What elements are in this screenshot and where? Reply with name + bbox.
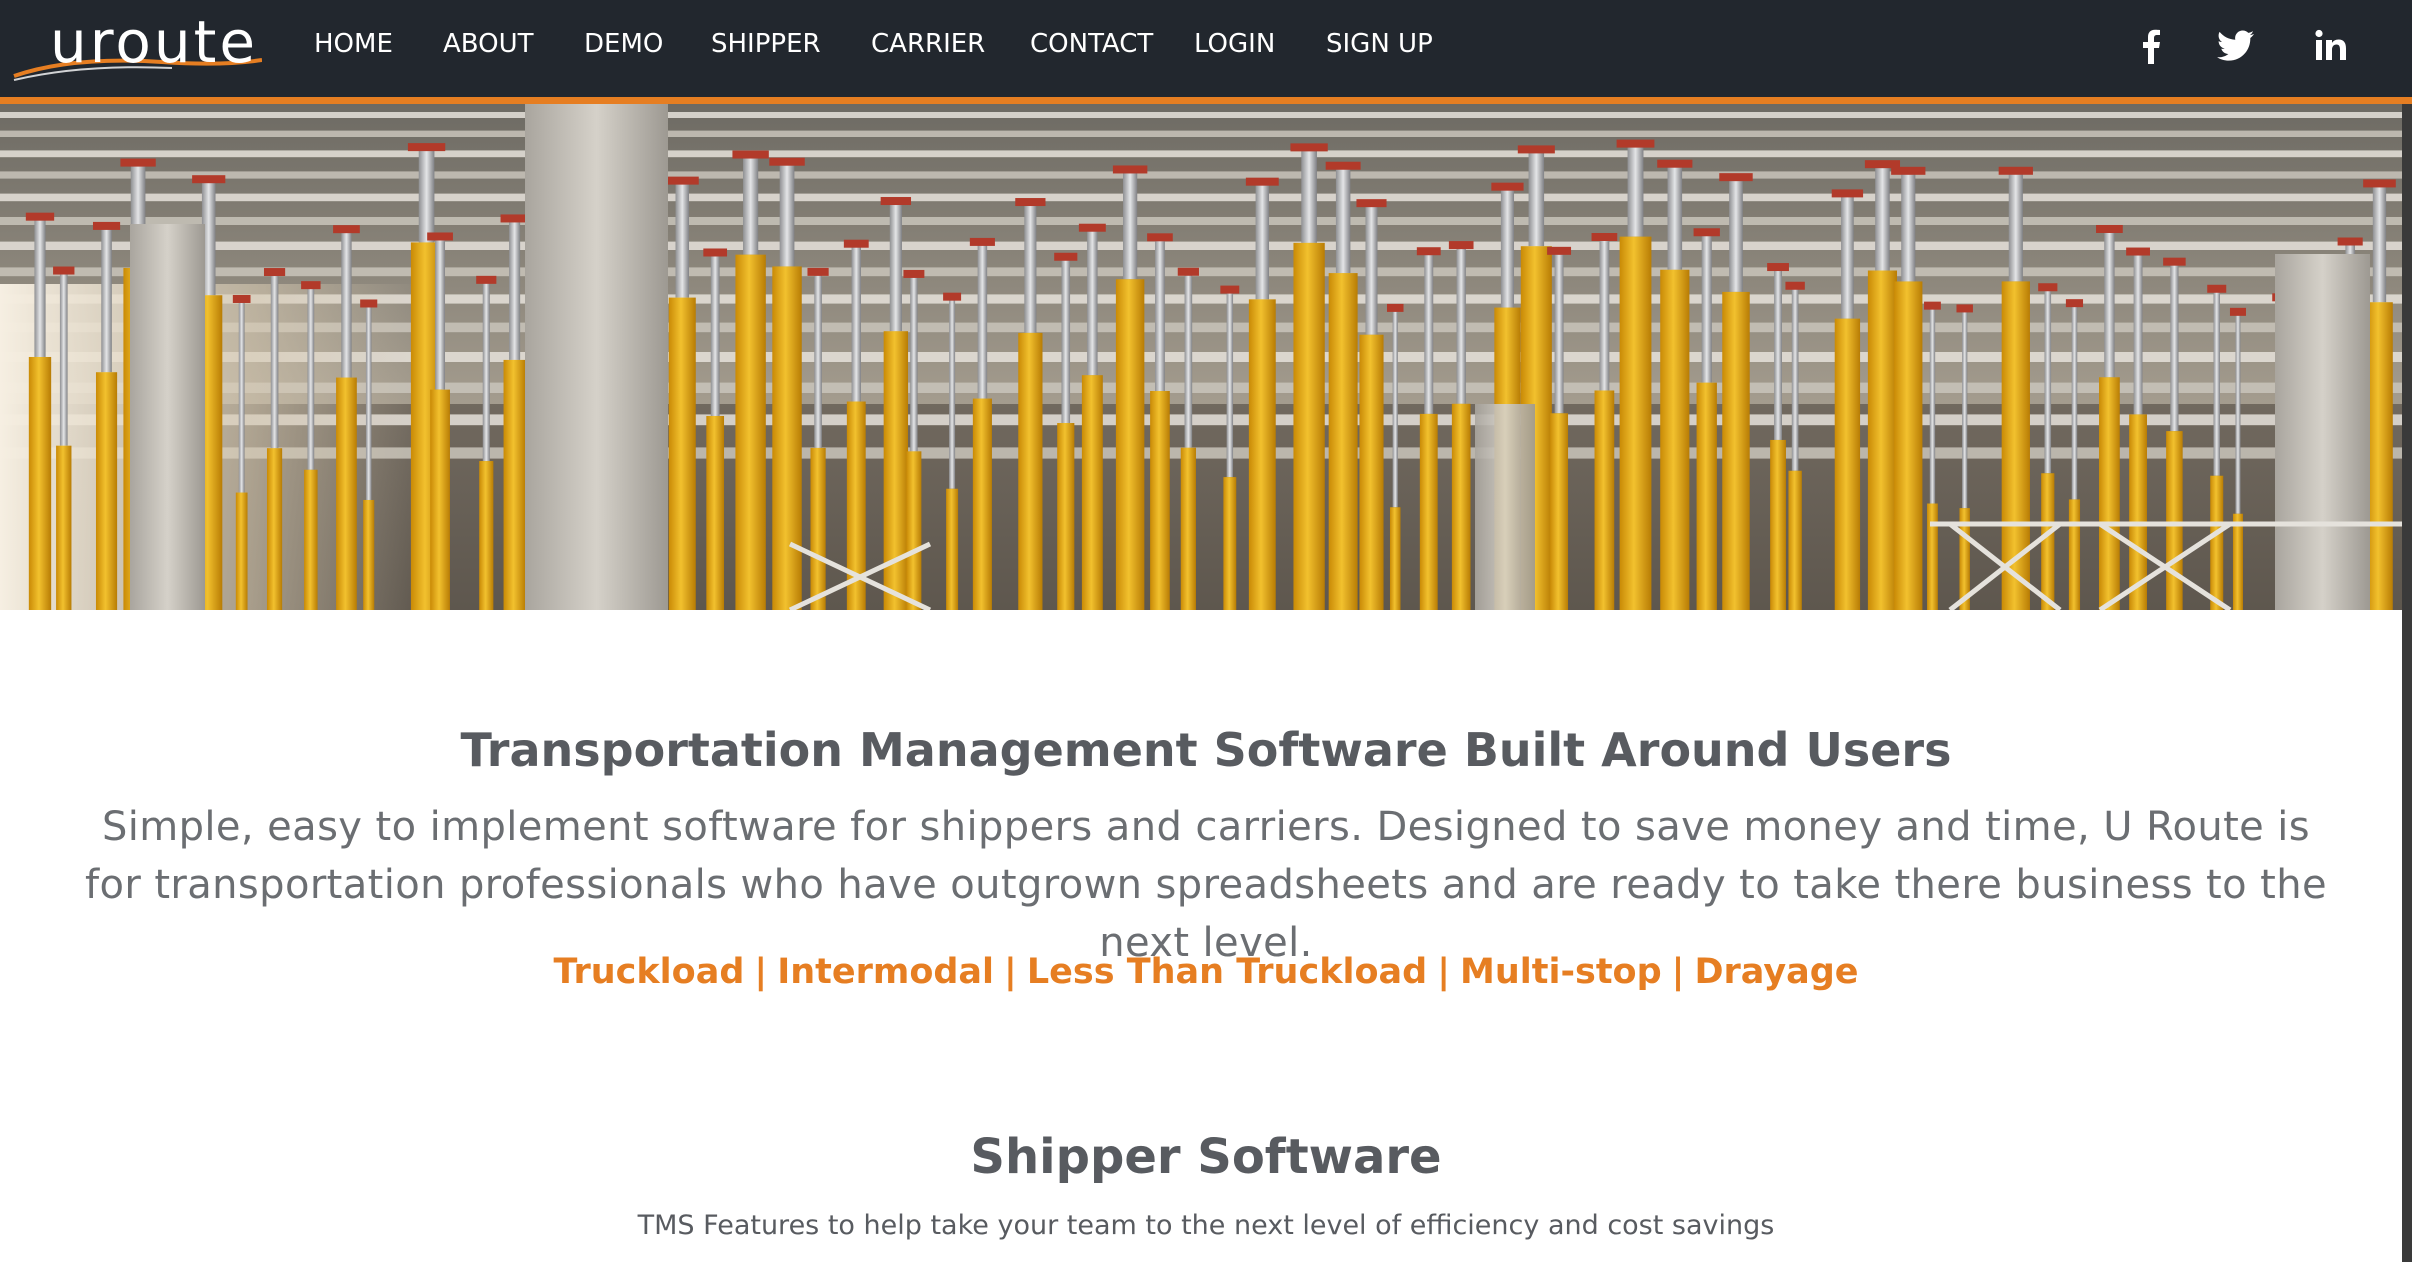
service-link-truckload[interactable]: Truckload xyxy=(553,952,744,992)
service-link-multi-stop[interactable]: Multi-stop xyxy=(1460,952,1662,992)
intro-heading: Transportation Management Software Built… xyxy=(460,723,1952,777)
linkedin-icon[interactable] xyxy=(2310,24,2354,68)
shipper-section-title: Shipper Software xyxy=(970,1129,1442,1185)
nav-about[interactable]: ABOUT xyxy=(443,28,534,60)
nav-sign-up[interactable]: SIGN UP xyxy=(1326,28,1433,60)
shipper-section-subtitle: TMS Features to help take your team to t… xyxy=(637,1210,1775,1241)
service-link-drayage[interactable]: Drayage xyxy=(1694,952,1858,992)
logo-text: uroute xyxy=(50,8,259,76)
nav-login[interactable]: LOGIN xyxy=(1194,28,1275,60)
top-navbar: uroute HOME ABOUT DEMO SHIPPER CARRIER C… xyxy=(0,0,2412,97)
service-links: Truckload | Intermodal | Less Than Truckload… xyxy=(0,948,2412,996)
hero-image xyxy=(0,104,2412,610)
page-edge xyxy=(2402,104,2412,1262)
nav-carrier[interactable]: CARRIER xyxy=(871,28,985,60)
nav-contact[interactable]: CONTACT xyxy=(1030,28,1153,60)
separator: | xyxy=(1437,952,1450,992)
nav-home[interactable]: HOME xyxy=(314,28,393,60)
nav-shipper[interactable]: SHIPPER xyxy=(711,28,821,60)
twitter-icon[interactable] xyxy=(2214,24,2258,68)
nav-accent-bar xyxy=(0,97,2412,104)
service-link-ltl[interactable]: Less Than Truckload xyxy=(1027,952,1427,992)
hero-illustration xyxy=(0,104,2412,610)
intro-paragraph: Simple, easy to implement software for s… xyxy=(85,804,2327,966)
separator: | xyxy=(1671,952,1685,992)
separator: | xyxy=(1004,952,1017,992)
service-link-intermodal[interactable]: Intermodal xyxy=(777,952,994,992)
nav-demo[interactable]: DEMO xyxy=(584,28,663,60)
facebook-icon[interactable] xyxy=(2130,24,2174,68)
separator: | xyxy=(754,952,768,992)
uroute-logo[interactable]: uroute xyxy=(12,6,262,86)
